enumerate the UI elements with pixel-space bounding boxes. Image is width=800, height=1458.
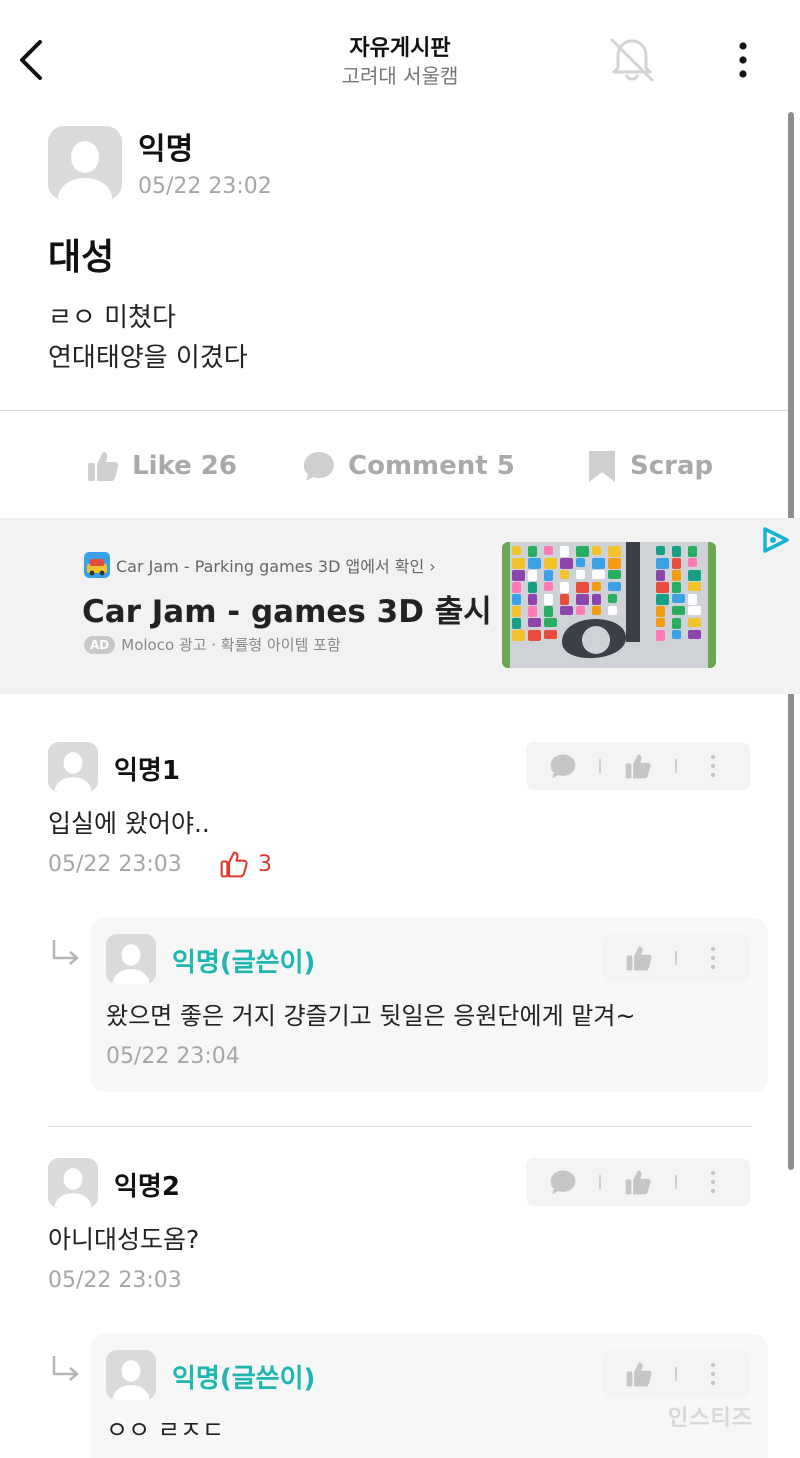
comment-action-bar bbox=[526, 1158, 750, 1206]
post-author: 익명 bbox=[138, 132, 194, 167]
reply-author-op: 익명(글쓴이) bbox=[172, 1364, 316, 1394]
post-body: ㄹㅇ 미쳤다 연대태양을 이겼다 bbox=[48, 298, 248, 378]
reply-button[interactable] bbox=[526, 1158, 599, 1206]
watermark: 인스티즈 bbox=[668, 1406, 753, 1431]
more-vertical-icon bbox=[739, 42, 747, 78]
ad-image[interactable] bbox=[502, 542, 716, 668]
reply-arrow-icon bbox=[50, 1354, 82, 1384]
ad-app-icon bbox=[84, 552, 110, 578]
comment-timestamp: 05/22 23:03 bbox=[48, 852, 182, 877]
board-title: 자유게시판 bbox=[349, 36, 451, 61]
comment-text: 아니대성도옴? bbox=[48, 1225, 200, 1254]
more-vertical-icon bbox=[711, 946, 716, 970]
comment-avatar bbox=[48, 1158, 98, 1208]
comment-action-bar bbox=[526, 742, 750, 790]
comment-more-button[interactable] bbox=[677, 742, 750, 790]
more-vertical-icon bbox=[711, 1362, 716, 1386]
default-avatar-icon bbox=[106, 1350, 156, 1400]
thumbs-up-icon bbox=[88, 452, 119, 481]
thumbs-up-icon bbox=[626, 946, 652, 971]
reply-action-bar bbox=[602, 1350, 750, 1398]
divider bbox=[0, 410, 788, 411]
comment-text: 입실에 왔어야.. bbox=[48, 809, 210, 838]
ad-choices-button[interactable] bbox=[760, 526, 792, 554]
default-avatar-icon bbox=[106, 934, 156, 984]
ad-advertiser: Moloco 광고 · 확률형 아이템 포함 bbox=[121, 636, 341, 654]
comment-label: Comment 5 bbox=[348, 451, 515, 481]
default-avatar-icon bbox=[48, 742, 98, 792]
comment-avatar bbox=[48, 742, 98, 792]
post-body-line: ㄹㅇ 미쳤다 bbox=[48, 303, 176, 333]
comment-bubble-icon bbox=[550, 754, 576, 779]
like-count: 3 bbox=[258, 851, 272, 877]
comment-like-count: 3 bbox=[220, 850, 272, 878]
comment-bubble-icon bbox=[550, 1170, 576, 1195]
ad-app-text: Car Jam - Parking games 3D 앱에서 확인 › bbox=[116, 557, 436, 576]
reply-text: ㅇㅇ ㄹㅈㄷ bbox=[106, 1416, 225, 1440]
reply-action-bar bbox=[602, 934, 750, 982]
reply-text: 왔으면 좋은 거지 걍즐기고 뒷일은 응원단에게 맡겨~ bbox=[106, 1002, 636, 1030]
ad-badge: AD bbox=[84, 635, 116, 654]
like-label: Like 26 bbox=[132, 451, 237, 481]
comment-author: 익명1 bbox=[114, 756, 180, 786]
thumbs-up-outline-icon bbox=[220, 851, 248, 878]
ad-headline[interactable]: Car Jam - games 3D 출시 bbox=[82, 586, 492, 631]
reply-button[interactable] bbox=[526, 742, 599, 790]
thumbs-up-icon bbox=[626, 1362, 652, 1387]
ad-choices-icon bbox=[763, 527, 789, 553]
more-vertical-icon bbox=[711, 754, 716, 778]
scrap-label: Scrap bbox=[630, 451, 714, 481]
more-vertical-icon bbox=[711, 1170, 716, 1194]
comment-timestamp: 05/22 23:03 bbox=[48, 1268, 182, 1293]
reply-avatar bbox=[106, 1350, 156, 1400]
reply-arrow-icon bbox=[50, 938, 82, 968]
comment-like-button[interactable] bbox=[601, 742, 674, 790]
divider bbox=[48, 1126, 752, 1127]
thumbs-up-icon bbox=[625, 754, 651, 779]
comment-bubble-icon bbox=[304, 452, 334, 481]
reply-avatar bbox=[106, 934, 156, 984]
more-options-button[interactable] bbox=[728, 38, 758, 82]
ad-meta: AD Moloco 광고 · 확률형 아이템 포함 bbox=[84, 634, 341, 655]
default-avatar-icon bbox=[48, 126, 122, 200]
post-timestamp: 05/22 23:02 bbox=[138, 174, 272, 199]
default-avatar-icon bbox=[48, 1158, 98, 1208]
reply-more-button[interactable] bbox=[677, 934, 750, 982]
reply-more-button[interactable] bbox=[677, 1350, 750, 1398]
scrap-button[interactable]: Scrap bbox=[586, 446, 713, 486]
notification-toggle-button[interactable] bbox=[606, 34, 658, 84]
car-game-image bbox=[502, 542, 716, 668]
reply-author-op: 익명(글쓴이) bbox=[172, 948, 316, 978]
post-body-line: 연대태양을 이겼다 bbox=[48, 343, 248, 373]
post-title: 대성 bbox=[48, 237, 115, 278]
school-subtitle: 고려대 서울캠 bbox=[341, 64, 459, 88]
author-avatar bbox=[48, 126, 122, 200]
comment-more-button[interactable] bbox=[677, 1158, 750, 1206]
bookmark-icon bbox=[589, 451, 615, 482]
header: 자유게시판 고려대 서울캠 bbox=[0, 0, 800, 112]
like-button[interactable]: Like 26 bbox=[86, 446, 237, 486]
comment-author: 익명2 bbox=[114, 1172, 180, 1202]
reply-like-button[interactable] bbox=[602, 1350, 675, 1398]
reply-timestamp: 05/22 23:04 bbox=[106, 1044, 240, 1069]
bell-off-icon bbox=[610, 38, 654, 82]
reply-like-button[interactable] bbox=[602, 934, 675, 982]
comment-button[interactable]: Comment 5 bbox=[302, 446, 515, 486]
thumbs-up-icon bbox=[625, 1170, 651, 1195]
comment-like-button[interactable] bbox=[601, 1158, 674, 1206]
ad-app-line[interactable]: Car Jam - Parking games 3D 앱에서 확인 › bbox=[84, 552, 436, 578]
